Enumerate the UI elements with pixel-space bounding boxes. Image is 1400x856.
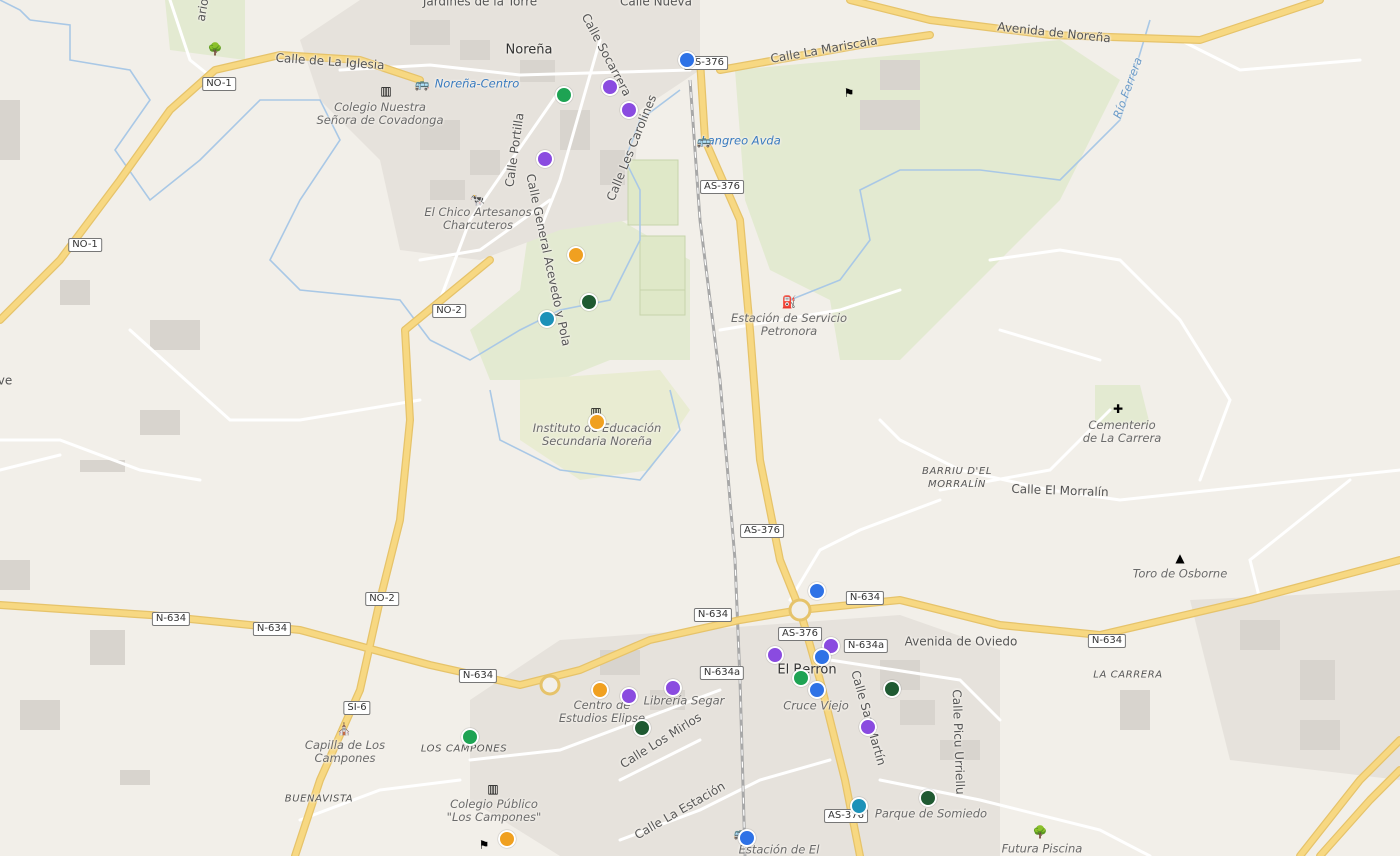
map-marker-orange[interactable] — [567, 246, 585, 264]
poi-label: Colegio Nuestra Señora de Covadonga — [316, 100, 444, 127]
poi-label: Capilla de Los Campones — [304, 738, 386, 765]
left-edge-label: ve — [0, 373, 13, 388]
poi-label: Futura Piscina — [1001, 841, 1083, 856]
fuel-station-icon: ⛽ — [781, 295, 797, 309]
poi-label: Cementerio de La Carrera — [1082, 418, 1162, 445]
neighborhood-label: BARRIU D'EL MORRALÍN — [922, 466, 992, 490]
map-marker-purple[interactable] — [664, 679, 682, 697]
route-shield: N-634a — [843, 639, 889, 653]
route-shield: N-634 — [151, 612, 191, 626]
route-shield: N-634 — [845, 591, 885, 605]
poi-label: Colegio Público "Los Campones" — [446, 797, 542, 824]
map-marker-orange[interactable] — [588, 413, 606, 431]
chapel-icon: ⛪ — [336, 722, 352, 736]
school-icon: ▥ — [380, 84, 392, 98]
map-marker-purple[interactable] — [859, 718, 877, 736]
map-canvas[interactable]: Noreña El Berrón BARRIU D'EL MORRALÍN LA CA… — [0, 0, 1400, 856]
route-shield: AS-376 — [700, 180, 744, 194]
butcher-icon: 🐄 — [469, 193, 485, 207]
poi-label: Estación de Servicio Petronora — [731, 311, 847, 338]
map-marker-darkgreen[interactable] — [633, 719, 651, 737]
route-shield: AS-376 — [740, 524, 784, 538]
tree-icon: 🌳 — [1032, 825, 1048, 839]
bus-stop-label: Noreña-Centro — [434, 76, 520, 91]
map-marker-purple[interactable] — [536, 150, 554, 168]
map-marker-darkgreen[interactable] — [580, 293, 598, 311]
route-shield: N-634 — [1087, 634, 1127, 648]
route-shield: NO-1 — [202, 77, 236, 91]
neighborhood-label: LA CARRERA — [1093, 669, 1163, 681]
map-marker-blue[interactable] — [808, 582, 826, 600]
map-marker-blue[interactable] — [808, 681, 826, 699]
playground-icon: ⚑ — [843, 86, 855, 100]
tree-icon: 🌳 — [207, 42, 223, 56]
poi-label: Librería Segar — [643, 693, 725, 708]
playground-icon: ⚑ — [478, 838, 490, 852]
map-marker-blue[interactable] — [813, 648, 831, 666]
map-marker-green[interactable] — [461, 728, 479, 746]
map-marker-green[interactable] — [792, 669, 810, 687]
town-label: Noreña — [505, 42, 553, 58]
street-label: Jardines de la Torre — [422, 0, 538, 9]
map-marker-blue[interactable] — [738, 829, 756, 847]
river-line — [0, 0, 31, 21]
map-marker-orange[interactable] — [498, 830, 516, 848]
monument-icon: ▲ — [1175, 551, 1185, 565]
map-marker-darkgreen[interactable] — [883, 680, 901, 698]
cemetery-icon: ✚ — [1112, 402, 1124, 416]
poi-label: Cruce Viejo — [783, 698, 849, 713]
map-marker-orange[interactable] — [591, 681, 609, 699]
map-marker-purple[interactable] — [620, 687, 638, 705]
map-marker-blue[interactable] — [678, 51, 696, 69]
bus-stop-icon: 🚌 — [696, 134, 712, 148]
street-label: Avenida de Oviedo — [904, 634, 1018, 649]
route-shield: NO-1 — [68, 238, 102, 252]
route-shield: N-634 — [252, 622, 292, 636]
map-marker-purple[interactable] — [601, 78, 619, 96]
map-marker-darkgreen[interactable] — [919, 789, 937, 807]
route-shield: SI-6 — [343, 701, 371, 715]
map-marker-teal[interactable] — [850, 797, 868, 815]
map-marker-purple[interactable] — [620, 101, 638, 119]
poi-label: Toro de Osborne — [1132, 566, 1228, 581]
route-shield: AS-376 — [778, 627, 822, 641]
street-label: Calle Picu Urriellu — [949, 689, 968, 795]
school-icon: ▥ — [487, 782, 499, 796]
neighborhood-label: BUENAVISTA — [284, 793, 354, 805]
route-shield: NO-2 — [432, 304, 466, 318]
route-shield: N-634 — [458, 669, 498, 683]
map-base-layer — [0, 0, 1400, 856]
urban-area — [1190, 590, 1400, 780]
map-marker-purple[interactable] — [766, 646, 784, 664]
bus-stop-label: Langreo Avda — [701, 133, 781, 148]
map-marker-teal[interactable] — [538, 310, 556, 328]
bus-stop-icon: 🚌 — [414, 77, 430, 91]
poi-label: Parque de Somiedo — [874, 806, 988, 821]
poi-label: El Chico Artesanos Charcuteros — [424, 205, 532, 232]
route-shield: NO-2 — [365, 592, 399, 606]
route-shield: N-634 — [693, 608, 733, 622]
route-shield: N-634a — [699, 666, 745, 680]
street-label: Calle Nueva — [619, 0, 693, 9]
map-marker-green[interactable] — [555, 86, 573, 104]
